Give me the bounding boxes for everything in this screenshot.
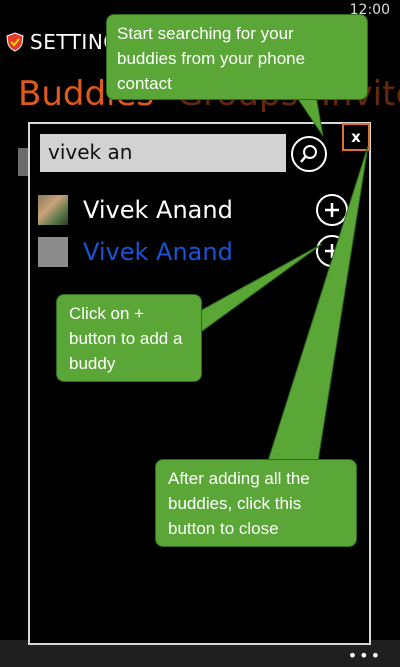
search-tip-tail — [295, 95, 324, 137]
add-tip-tail — [197, 243, 323, 335]
add-tip-callout: Click on + button to add a buddy — [56, 294, 202, 382]
search-tip-callout: Start searching for your buddies from yo… — [106, 14, 368, 100]
close-tip-tail — [267, 145, 369, 462]
close-tip-callout: After adding all the buddies, click this… — [155, 459, 357, 547]
